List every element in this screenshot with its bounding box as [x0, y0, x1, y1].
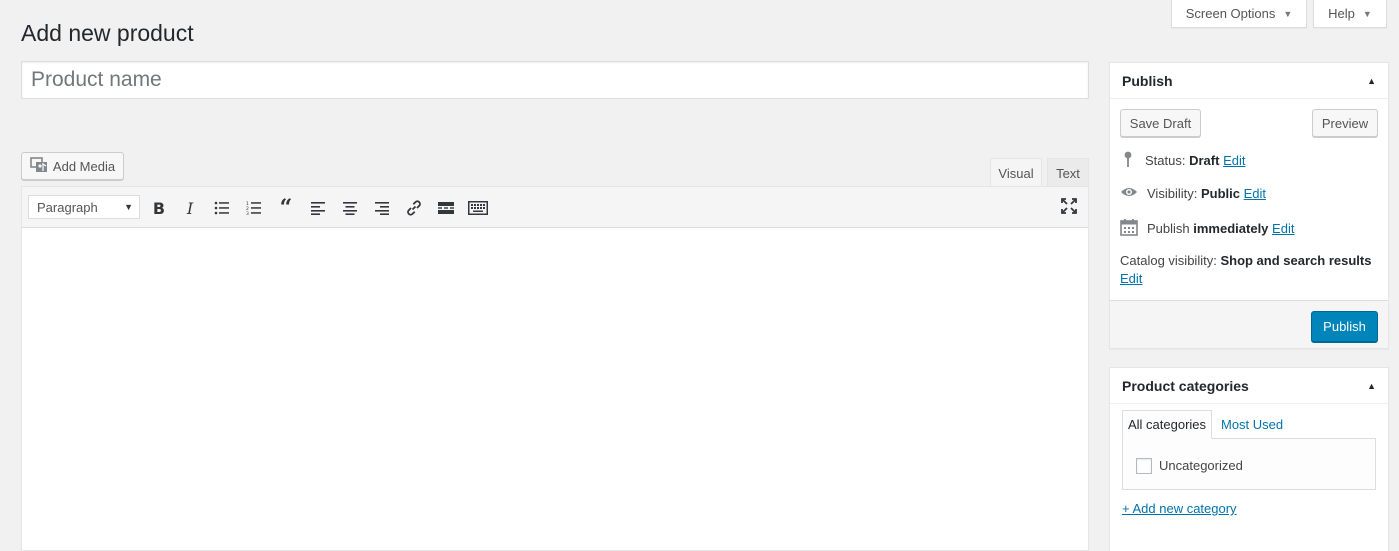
status-row: Status: Draft Edit	[1120, 150, 1245, 171]
screen-options-label: Screen Options	[1185, 6, 1276, 21]
calendar-icon	[1120, 218, 1138, 239]
toolbar-toggle-icon[interactable]	[467, 197, 489, 219]
status-label: Status:	[1145, 153, 1186, 168]
collapse-toggle-icon[interactable]: ▲	[1367, 381, 1376, 391]
catalog-visibility-edit-link[interactable]: Edit	[1120, 271, 1142, 286]
align-left-icon[interactable]	[307, 197, 329, 219]
publish-date-edit-link[interactable]: Edit	[1272, 221, 1294, 236]
help-button[interactable]: Help ▼	[1313, 0, 1387, 28]
tab-most-used[interactable]: Most Used	[1216, 410, 1288, 439]
caret-down-icon: ▼	[1362, 8, 1372, 19]
preview-label: Preview	[1321, 115, 1369, 131]
visibility-row: Visibility: Public Edit	[1120, 184, 1266, 203]
publish-button[interactable]: Publish	[1311, 311, 1378, 342]
visibility-label: Visibility:	[1147, 186, 1198, 201]
visibility-value: Public	[1200, 186, 1240, 201]
tab-text-label: Text	[1056, 165, 1080, 181]
tab-most-used-label: Most Used	[1221, 417, 1284, 432]
catalog-visibility-label: Catalog visibility:	[1120, 253, 1217, 268]
pin-icon	[1120, 150, 1136, 171]
link-icon[interactable]	[403, 197, 425, 219]
catalog-visibility-value: Shop and search results	[1220, 253, 1372, 268]
product-name-input[interactable]: Product name	[21, 61, 1089, 99]
category-list: Uncategorized	[1122, 438, 1376, 490]
preview-button[interactable]: Preview	[1312, 109, 1378, 137]
publish-button-label: Publish	[1323, 319, 1366, 334]
format-select[interactable]: Paragraph ▼	[28, 195, 140, 219]
publish-box-title: Publish	[1110, 63, 1388, 99]
tab-text[interactable]: Text	[1047, 158, 1089, 187]
help-label: Help	[1328, 6, 1355, 21]
visibility-edit-link[interactable]: Edit	[1244, 186, 1266, 201]
caret-down-icon: ▼	[1283, 8, 1293, 19]
screen-options-button[interactable]: Screen Options ▼	[1171, 0, 1307, 28]
add-new-category-link[interactable]: + Add new category	[1122, 501, 1237, 516]
align-center-icon[interactable]	[339, 197, 361, 219]
product-name-placeholder: Product name	[31, 68, 162, 91]
numbered-list-icon[interactable]: 123	[243, 197, 265, 219]
format-select-value: Paragraph	[37, 199, 98, 215]
publish-actions: Publish	[1110, 300, 1388, 348]
editor-toolbar: Paragraph ▼ B I 123 “	[22, 187, 1088, 228]
tab-all-categories-label: All categories	[1128, 417, 1207, 432]
add-media-button[interactable]: Add Media	[21, 152, 124, 180]
product-categories-title: Product categories	[1110, 368, 1388, 404]
category-label-uncategorized: Uncategorized	[1159, 458, 1243, 473]
caret-down-icon: ▼	[124, 202, 133, 212]
category-checkbox-uncategorized[interactable]	[1136, 458, 1152, 474]
read-more-icon[interactable]	[435, 197, 457, 219]
publish-box: Publish ▲ Save Draft Preview Status: Dra…	[1109, 62, 1389, 349]
page-title: Add new product	[21, 20, 194, 46]
svg-text:3: 3	[246, 211, 249, 215]
collapse-toggle-icon[interactable]: ▲	[1367, 76, 1376, 86]
publish-date-row: Publish immediately Edit	[1120, 218, 1294, 239]
italic-icon[interactable]: I	[179, 197, 201, 219]
bullet-list-icon[interactable]	[211, 197, 233, 219]
catalog-visibility-row: Catalog visibility: Shop and search resu…	[1120, 252, 1382, 288]
tab-visual-label: Visual	[998, 166, 1034, 181]
bold-icon[interactable]: B	[148, 197, 170, 219]
status-value: Draft	[1189, 153, 1220, 168]
blockquote-icon[interactable]: “	[275, 195, 297, 221]
status-edit-link[interactable]: Edit	[1223, 153, 1245, 168]
add-media-label: Add Media	[52, 158, 116, 174]
fullscreen-icon[interactable]	[1058, 195, 1080, 217]
publish-date-value: immediately	[1193, 221, 1269, 236]
save-draft-button[interactable]: Save Draft	[1120, 109, 1201, 137]
publish-date-label: Publish	[1147, 221, 1190, 236]
tab-all-categories[interactable]: All categories	[1122, 410, 1213, 439]
media-icon	[30, 156, 48, 176]
content-editor: Paragraph ▼ B I 123 “	[21, 186, 1089, 551]
save-draft-label: Save Draft	[1129, 115, 1192, 131]
align-right-icon[interactable]	[371, 197, 393, 219]
tab-visual[interactable]: Visual	[990, 158, 1042, 188]
eye-icon	[1120, 184, 1138, 203]
